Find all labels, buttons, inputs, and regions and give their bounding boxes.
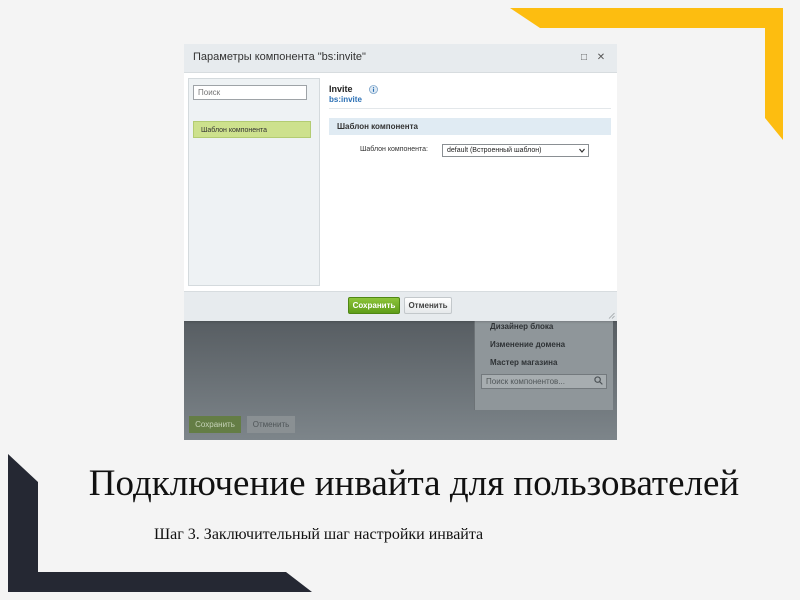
background-search-placeholder: Поиск компонентов... — [486, 377, 565, 386]
background-list-item[interactable]: Мастер магазина — [490, 358, 557, 367]
dialog-title: Параметры компонента "bs:invite" — [193, 51, 366, 63]
background-component-search[interactable]: Поиск компонентов... — [481, 374, 607, 389]
resize-handle-icon[interactable] — [608, 312, 615, 319]
slide-subheading: Шаг 3. Заключительный шаг настройки инва… — [154, 526, 484, 543]
cancel-button[interactable]: Отменить — [404, 297, 452, 314]
search-icon — [594, 376, 603, 385]
background-list-item[interactable]: Изменение домена — [490, 340, 565, 349]
dialog-titlebar[interactable]: Параметры компонента "bs:invite" □ ✕ — [184, 44, 617, 73]
section-header-template: Шаблон компонента — [329, 118, 611, 135]
chevron-down-icon — [579, 148, 585, 153]
dialog-footer: Сохранить Отменить — [184, 291, 617, 321]
tab-component-template[interactable]: Шаблон компонента — [193, 121, 311, 138]
background-list-item[interactable]: Дизайнер блока — [490, 322, 553, 331]
template-select-value: default (Встроенный шаблон) — [447, 147, 542, 154]
search-input[interactable] — [193, 85, 307, 100]
component-code: bs:invite — [329, 95, 362, 104]
template-select[interactable]: default (Встроенный шаблон) — [442, 144, 589, 157]
header-divider — [329, 108, 611, 109]
template-field-label: Шаблон компонента: — [360, 146, 428, 153]
background-cancel-button[interactable]: Отменить — [247, 416, 295, 433]
background-save-button[interactable]: Сохранить — [189, 416, 241, 433]
component-parameters-dialog: Параметры компонента "bs:invite" □ ✕ Шаб… — [184, 44, 617, 321]
parameters-sidebar: Шаблон компонента — [188, 78, 320, 286]
component-name: Invite — [329, 84, 353, 94]
slide-heading: Подключение инвайта для пользователей — [88, 463, 740, 504]
info-icon[interactable] — [369, 85, 378, 94]
save-button[interactable]: Сохранить — [348, 297, 400, 314]
maximize-icon[interactable]: □ — [579, 53, 589, 63]
close-icon[interactable]: ✕ — [596, 53, 606, 63]
screenshot-region: Дизайнер блока Изменение домена Мастер м… — [184, 44, 617, 440]
